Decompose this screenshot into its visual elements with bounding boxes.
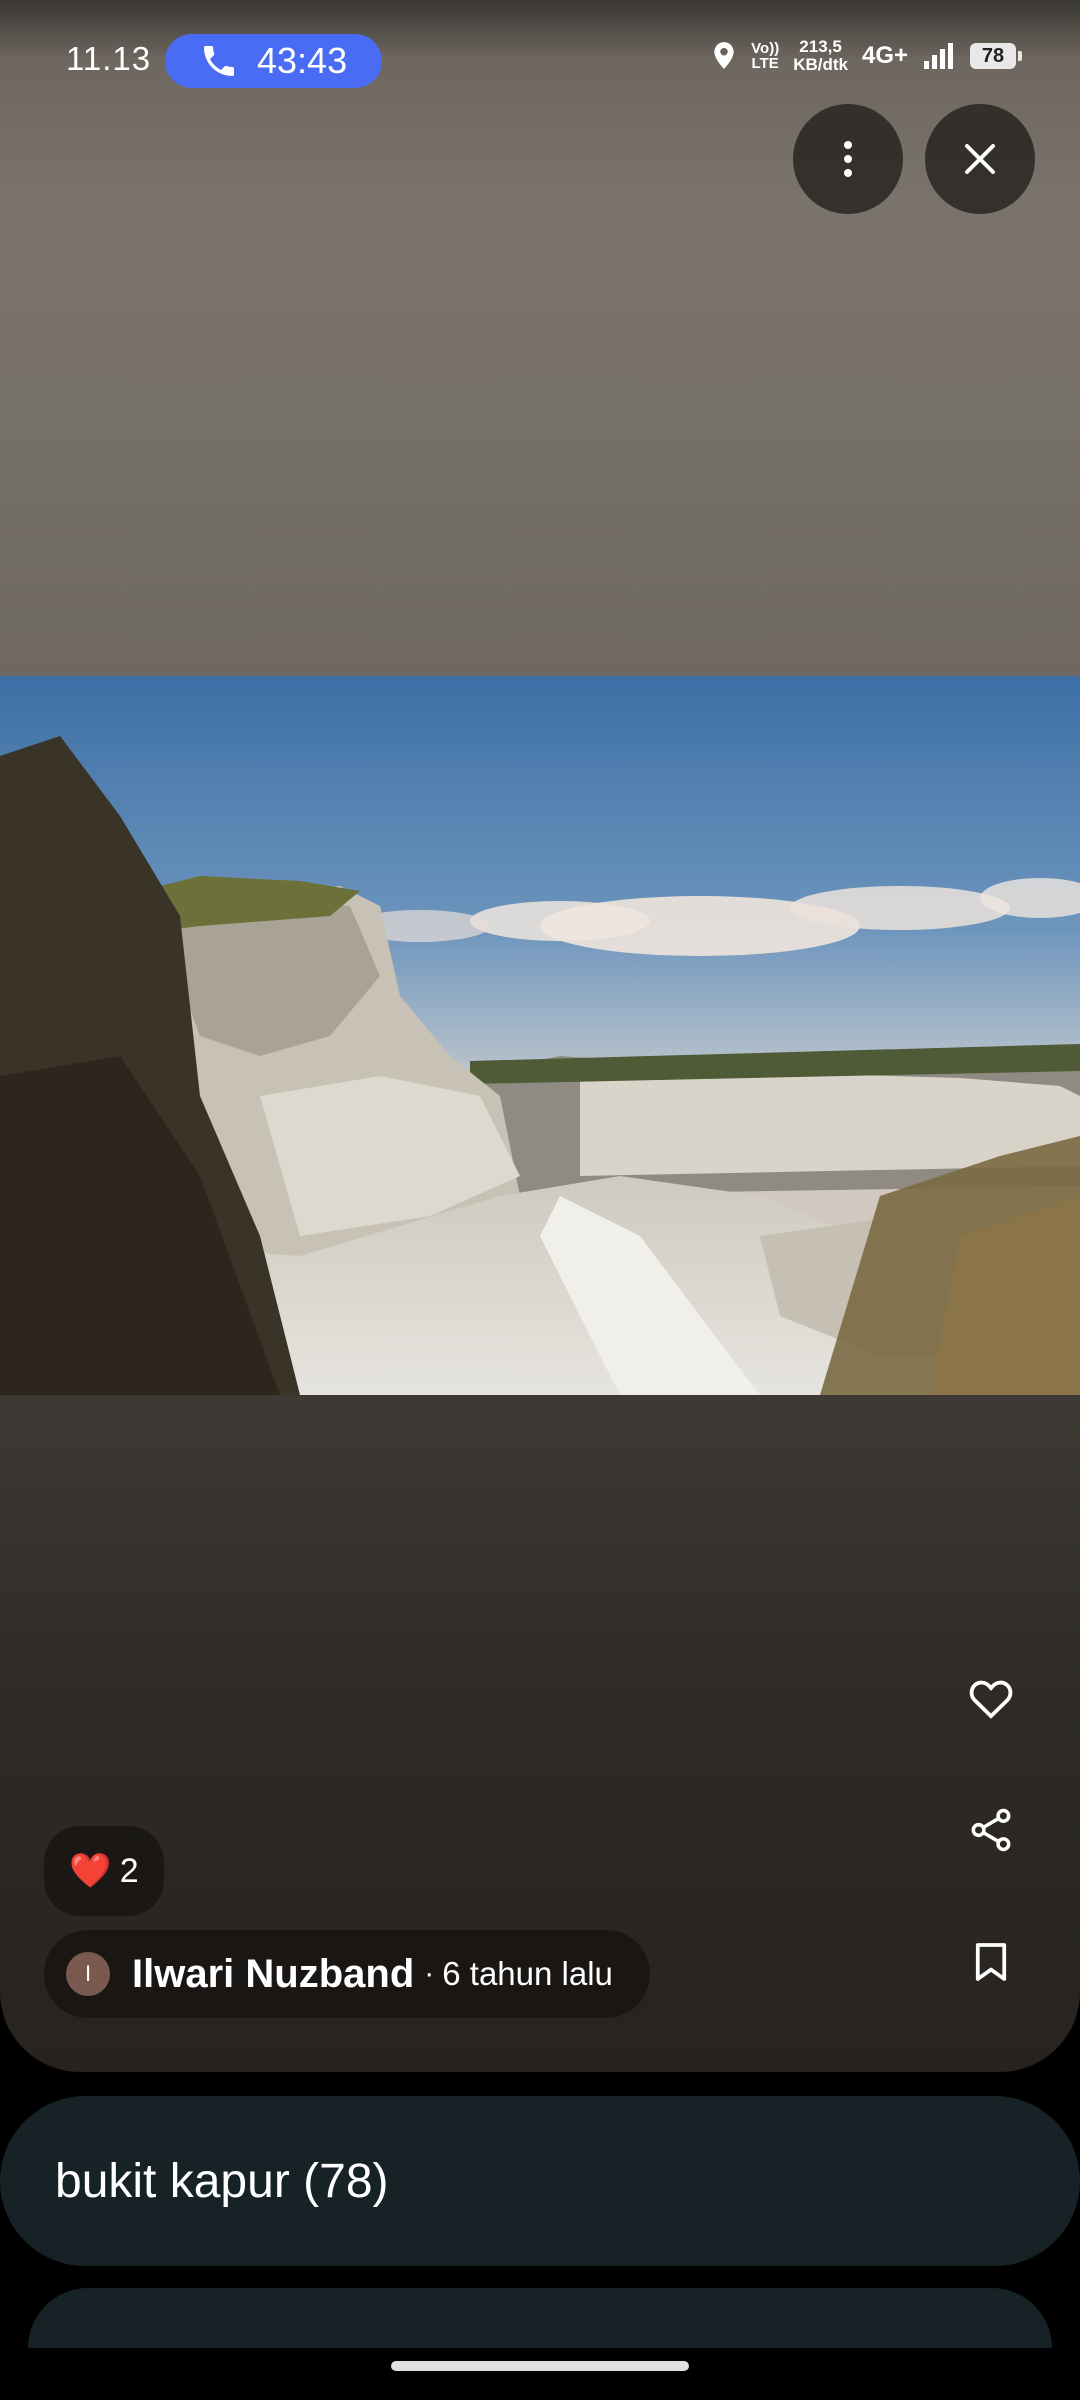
status-time: 11.13 bbox=[66, 40, 152, 77]
volte-indicator: Vo)) LTE bbox=[751, 41, 779, 71]
more-vertical-icon bbox=[844, 141, 852, 177]
likes-badge[interactable]: ❤️ 2 bbox=[44, 1826, 164, 1916]
speed-unit: KB/dtk bbox=[793, 55, 848, 74]
home-indicator[interactable] bbox=[391, 2361, 689, 2371]
location-icon bbox=[714, 42, 734, 69]
share-icon bbox=[971, 1808, 1011, 1852]
separator-dot: · bbox=[424, 1957, 435, 1990]
like-button[interactable] bbox=[956, 1663, 1026, 1733]
status-icons: Vo)) LTE 213,5 KB/dtk 4G+ 78 bbox=[711, 38, 1022, 74]
call-duration: 43:43 bbox=[257, 40, 348, 81]
network-speed: 213,5 KB/dtk bbox=[793, 38, 848, 74]
phone-icon bbox=[204, 46, 234, 76]
battery-indicator: 78 bbox=[970, 43, 1022, 69]
speed-value: 213,5 bbox=[799, 37, 842, 56]
more-options-button[interactable] bbox=[793, 104, 903, 214]
heart-emoji-icon: ❤️ bbox=[69, 1852, 112, 1890]
quarry-photo bbox=[0, 676, 1080, 1395]
photo-image[interactable] bbox=[0, 676, 1080, 1395]
ongoing-call-pill[interactable]: 43:43 bbox=[165, 34, 382, 88]
album-bar[interactable]: bukit kapur (78) bbox=[0, 2096, 1080, 2266]
album-title: bukit kapur (78) bbox=[55, 2154, 389, 2208]
volte-top: Vo)) bbox=[751, 40, 780, 57]
likes-count: 2 bbox=[119, 1851, 139, 1890]
author-chip[interactable]: I Ilwari Nuzband · 6 tahun lalu bbox=[44, 1930, 650, 2018]
close-button[interactable] bbox=[925, 104, 1035, 214]
bookmark-icon bbox=[975, 1943, 1007, 1981]
upload-age: 6 tahun lalu bbox=[442, 1955, 613, 1992]
network-type: 4G+ bbox=[861, 42, 908, 69]
photo-viewer-card: 11.13 43:43 Vo)) LTE 213,5 KB/dtk 4G+ 78… bbox=[0, 0, 1080, 2072]
status-bar: 11.13 43:43 Vo)) LTE 213,5 KB/dtk 4G+ 78 bbox=[0, 0, 1080, 120]
author-name: Ilwari Nuzband bbox=[132, 1951, 415, 1996]
close-icon bbox=[965, 144, 995, 174]
signal-icon bbox=[924, 43, 953, 69]
heart-outline-icon bbox=[969, 1680, 1013, 1719]
bookmark-button[interactable] bbox=[956, 1927, 1026, 1997]
share-button[interactable] bbox=[956, 1795, 1026, 1865]
avatar: I bbox=[66, 1952, 110, 1996]
next-card-peek[interactable] bbox=[28, 2288, 1052, 2348]
volte-bottom: LTE bbox=[751, 55, 779, 72]
